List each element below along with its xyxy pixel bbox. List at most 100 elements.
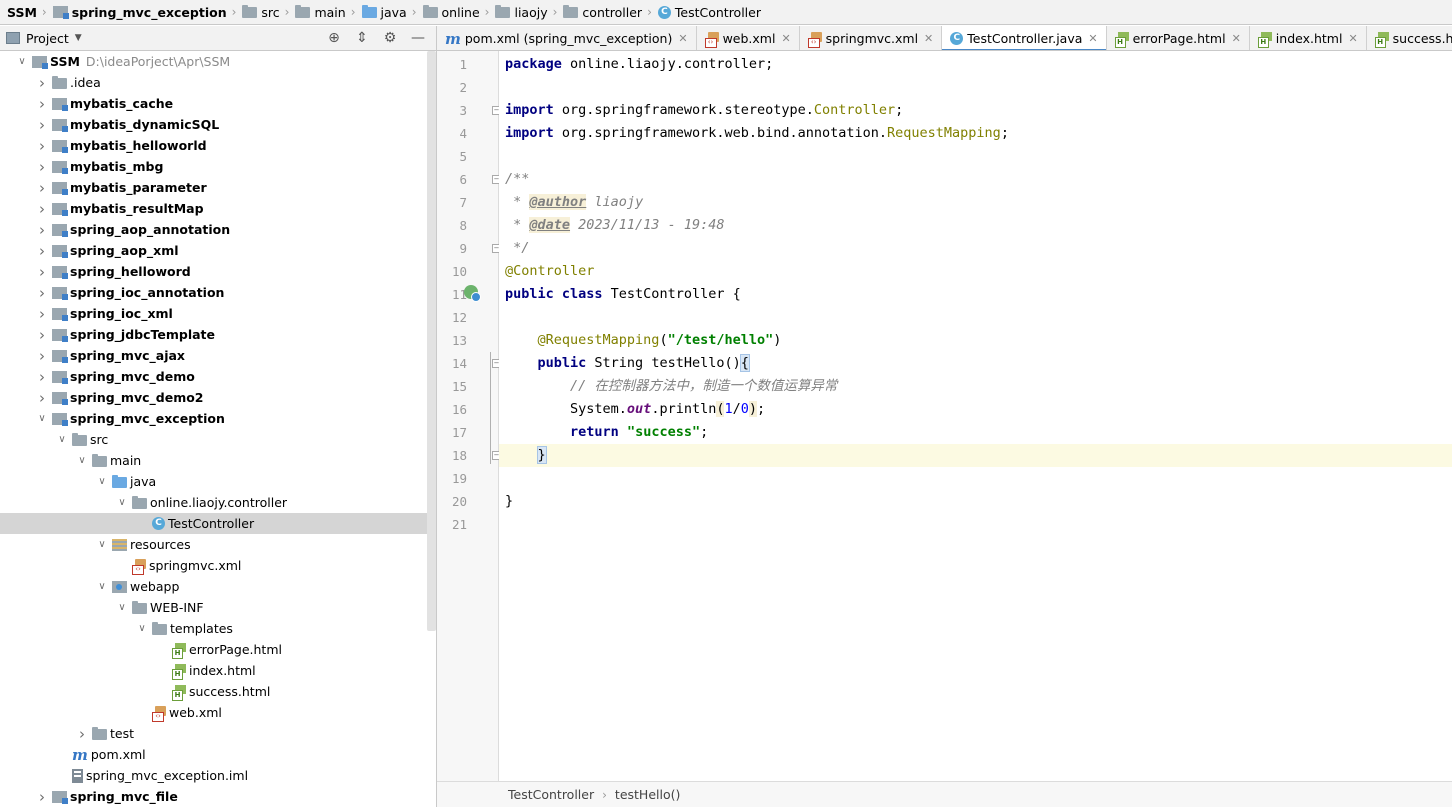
tree-item[interactable]: › mybatis_dynamicSQL [0,114,436,135]
tree-item[interactable]: m pom.xml [0,744,436,765]
tree-item[interactable]: ∨ src [0,429,436,450]
locate-icon[interactable]: ⊕ [326,30,342,46]
tree-item[interactable]: success.html [0,681,436,702]
chevron-down-icon[interactable]: ∨ [36,413,48,424]
tree-item[interactable]: ∨ online.liaojy.controller [0,492,436,513]
project-view-selector[interactable]: Project ▼ [0,31,82,46]
line-number: 2 [459,80,467,95]
editor-tab[interactable]: success.html✕ [1367,26,1452,50]
breadcrumb-item[interactable]: controller [560,0,644,24]
spring-bean-icon[interactable] [464,285,481,302]
tree-item[interactable]: ∨ resources [0,534,436,555]
editor-tab[interactable]: C TestController.java ✕ [942,26,1107,50]
editor-tab[interactable]: index.html ✕ [1250,26,1367,50]
editor-tab[interactable]: m pom.xml (spring_mvc_exception) ✕ [437,26,697,50]
tree-item[interactable]: › spring_aop_xml [0,240,436,261]
tree-item[interactable]: ∨ spring_mvc_exception [0,408,436,429]
chevron-right-icon[interactable]: › [36,95,48,113]
tree-item[interactable]: › spring_ioc_xml [0,303,436,324]
code-editor[interactable]: package online.liaojy.controller; import … [499,51,1452,781]
tree-item[interactable]: › spring_helloword [0,261,436,282]
tree-item[interactable]: errorPage.html [0,639,436,660]
chevron-right-icon[interactable]: › [36,137,48,155]
tree-item[interactable]: ∨ WEB-INF [0,597,436,618]
chevron-right-icon[interactable]: › [36,200,48,218]
tree-item[interactable]: › mybatis_helloworld [0,135,436,156]
chevron-down-icon[interactable]: ∨ [96,476,108,487]
breadcrumb-item[interactable]: SSM [0,0,39,24]
tree-scrollbar[interactable] [427,51,436,631]
chevron-down-icon[interactable]: ∨ [76,455,88,466]
gear-icon[interactable]: ⚙ [382,30,398,46]
tree-item[interactable]: › spring_mvc_ajax [0,345,436,366]
chevron-right-icon[interactable]: › [36,788,48,806]
tree-item[interactable]: › mybatis_resultMap [0,198,436,219]
tree-item[interactable]: spring_mvc_exception.iml [0,765,436,786]
breadcrumb-item[interactable]: liaojy [492,0,549,24]
tree-item[interactable]: ∨ SSM D:\ideaPorject\Apr\SSM [0,51,436,72]
tree-item[interactable]: › test [0,723,436,744]
chevron-right-icon[interactable]: › [36,221,48,239]
hide-panel-icon[interactable]: — [410,30,426,46]
chevron-right-icon[interactable]: › [36,263,48,281]
chevron-right-icon[interactable]: › [36,347,48,365]
project-tree[interactable]: ∨ SSM D:\ideaPorject\Apr\SSM › .idea › mybatis… [0,51,437,807]
tree-item[interactable]: ∨ main [0,450,436,471]
breadcrumb-item[interactable]: main [292,0,347,24]
tree-item[interactable]: › spring_aop_annotation [0,219,436,240]
tree-item[interactable]: › spring_mvc_file [0,786,436,807]
chevron-right-icon[interactable]: › [36,305,48,323]
chevron-down-icon[interactable]: ∨ [56,434,68,445]
breadcrumb-item[interactable]: src [239,0,281,24]
chevron-right-icon[interactable]: › [36,326,48,344]
chevron-right-icon[interactable]: › [36,389,48,407]
tree-item[interactable]: springmvc.xml [0,555,436,576]
editor-tab[interactable]: springmvc.xml ✕ [800,26,943,50]
editor-breadcrumb-class[interactable]: TestController [508,787,594,802]
chevron-down-icon[interactable]: ∨ [116,602,128,613]
breadcrumb-item[interactable]: C TestController [655,0,763,24]
breadcrumb-item[interactable]: spring_mvc_exception [50,0,229,24]
tree-item[interactable]: ∨ java [0,471,436,492]
tree-item[interactable]: › spring_mvc_demo [0,366,436,387]
chevron-right-icon[interactable]: › [36,179,48,197]
chevron-down-icon[interactable]: ∨ [96,581,108,592]
chevron-right-icon[interactable]: › [36,284,48,302]
close-icon[interactable]: ✕ [1088,32,1097,45]
chevron-right-icon[interactable]: › [36,158,48,176]
close-icon[interactable]: ✕ [781,32,790,45]
breadcrumb-item[interactable]: online [420,0,482,24]
close-icon[interactable]: ✕ [1232,32,1241,45]
chevron-down-icon[interactable]: ∨ [136,623,148,634]
chevron-right-icon[interactable]: › [76,725,88,743]
chevron-down-icon[interactable]: ∨ [116,497,128,508]
chevron-down-icon[interactable]: ∨ [16,56,28,67]
chevron-right-icon[interactable]: › [36,116,48,134]
code-token: @date [529,217,571,233]
close-icon[interactable]: ✕ [1348,32,1357,45]
tree-item[interactable]: › .idea [0,72,436,93]
chevron-down-icon[interactable]: ∨ [96,539,108,550]
tree-item[interactable]: C TestController [0,513,436,534]
collapse-all-icon[interactable]: ⇕ [354,30,370,46]
chevron-right-icon[interactable]: › [36,242,48,260]
tree-item[interactable]: index.html [0,660,436,681]
editor-breadcrumb-method[interactable]: testHello() [615,787,680,802]
tree-item[interactable]: › spring_jdbcTemplate [0,324,436,345]
tree-item[interactable]: › mybatis_mbg [0,156,436,177]
tree-item[interactable]: ∨ templates [0,618,436,639]
tree-item[interactable]: › spring_ioc_annotation [0,282,436,303]
tree-item[interactable]: › mybatis_cache [0,93,436,114]
chevron-right-icon[interactable]: › [36,74,48,92]
tree-item[interactable]: ∨ webapp [0,576,436,597]
editor-tab[interactable]: errorPage.html ✕ [1107,26,1250,50]
tree-item[interactable]: › mybatis_parameter [0,177,436,198]
close-icon[interactable]: ✕ [678,32,687,45]
editor-tab[interactable]: web.xml ✕ [697,26,800,50]
breadcrumb-item[interactable]: java [359,0,409,24]
close-icon[interactable]: ✕ [924,32,933,45]
tree-item[interactable]: › spring_mvc_demo2 [0,387,436,408]
chevron-right-icon[interactable]: › [36,368,48,386]
tree-item-label: main [110,453,142,468]
tree-item[interactable]: web.xml [0,702,436,723]
